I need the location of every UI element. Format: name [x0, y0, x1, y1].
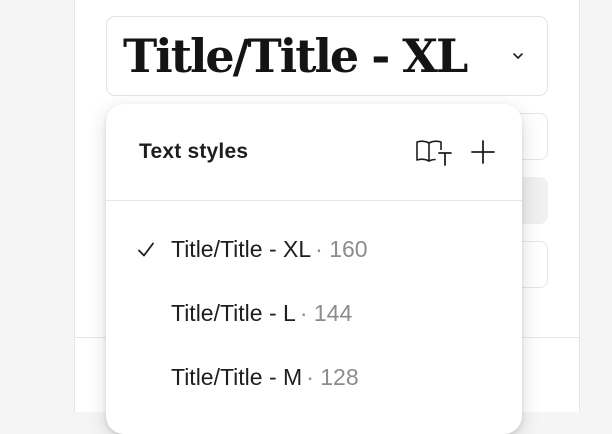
style-item-size: · 144	[299, 300, 353, 326]
text-style-select[interactable]: Title/Title - XL	[106, 16, 548, 96]
style-library-button[interactable]	[412, 134, 456, 170]
dropdown-title: Text styles	[139, 140, 249, 163]
style-item-title-m[interactable]: Title/Title - M · 128	[106, 350, 522, 406]
dropdown-header: Text styles	[106, 104, 522, 201]
chevron-down-icon	[513, 53, 523, 59]
style-item-title-xl[interactable]: Title/Title - XL · 160	[106, 222, 522, 278]
plus-icon	[471, 140, 495, 164]
checkmark-icon	[138, 242, 154, 257]
add-style-button[interactable]	[466, 134, 500, 170]
style-item-label: Title/Title - XL · 160	[171, 236, 368, 262]
library-text-icon	[416, 140, 452, 166]
style-item-title-l[interactable]: Title/Title - L · 144	[106, 286, 522, 342]
text-styles-dropdown: Text styles Title/Title - XL · 160 Title/…	[106, 104, 522, 434]
style-item-size: · 160	[315, 236, 368, 262]
style-item-label: Title/Title - L · 144	[171, 300, 353, 326]
selected-style-value: Title/Title - XL	[123, 29, 468, 83]
style-item-label: Title/Title - M · 128	[171, 364, 359, 390]
style-item-size: · 128	[306, 364, 359, 390]
